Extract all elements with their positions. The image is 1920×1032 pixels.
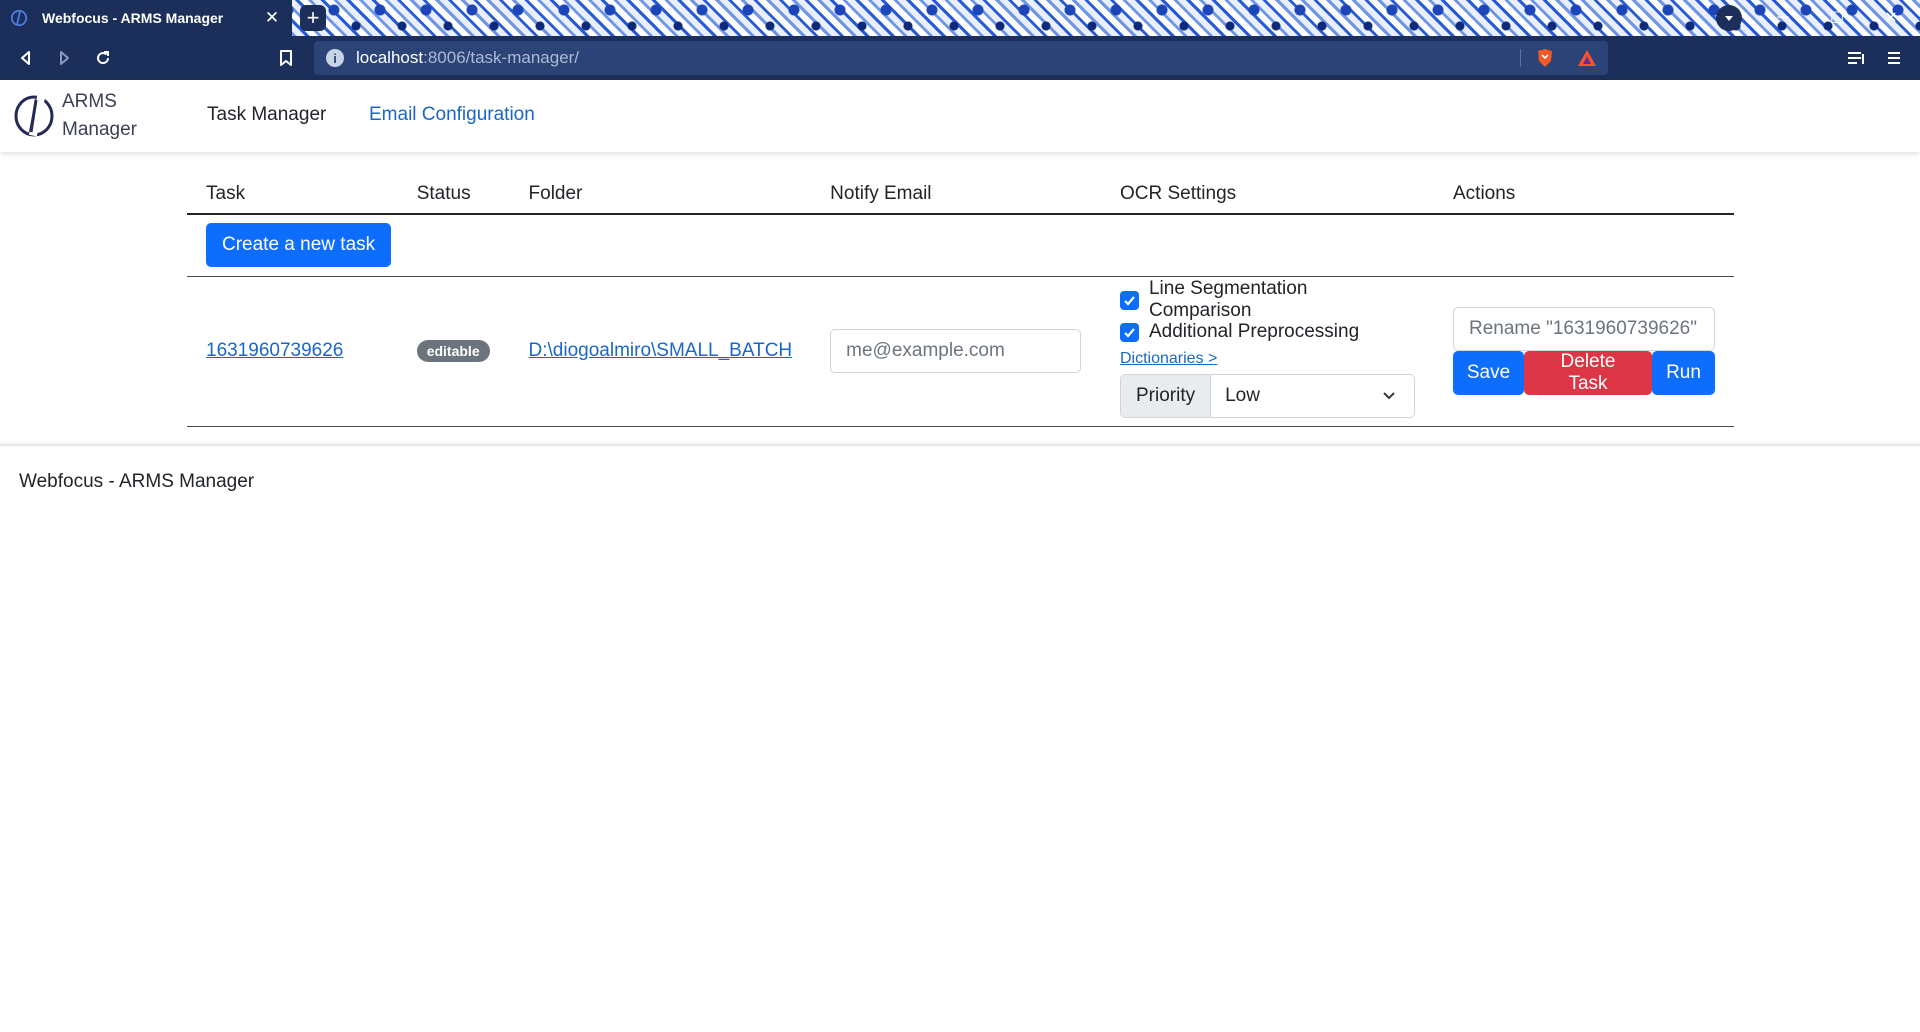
brand-line-1: ARMS: [62, 91, 117, 112]
dictionaries-link[interactable]: Dictionaries >: [1120, 350, 1415, 368]
chevron-down-icon: [1383, 392, 1395, 400]
maximize-icon[interactable]: ☐: [1814, 0, 1860, 36]
delete-task-button[interactable]: Delete Task: [1524, 351, 1652, 395]
task-id-link[interactable]: 1631960739626: [206, 340, 343, 361]
arms-favicon-icon: [10, 9, 28, 27]
brand[interactable]: ARMS Manager: [12, 88, 152, 144]
rename-input[interactable]: [1453, 307, 1715, 351]
priority-label: Priority: [1120, 375, 1212, 417]
media-playlist-icon[interactable]: [1843, 44, 1871, 72]
task-actions: Save Delete Task Run: [1453, 307, 1715, 395]
table-row: 1631960739626 editable D:\diogoalmiro\SM…: [187, 276, 1734, 427]
brave-shields-icon[interactable]: [1534, 47, 1556, 69]
minimize-icon[interactable]: ─: [1760, 0, 1806, 36]
browser-toolbar: i localhost:8006/task-manager/: [0, 36, 1920, 80]
new-tab-button[interactable]: +: [300, 5, 326, 31]
close-window-icon[interactable]: ✕: [1868, 0, 1914, 36]
checkmark-icon: [1124, 295, 1135, 306]
nav-email-configuration[interactable]: Email Configuration: [369, 104, 535, 126]
create-task-row: Create a new task: [187, 214, 1734, 277]
folder-cell: D:\diogoalmiro\SMALL_BATCH: [509, 276, 812, 427]
site-info-icon[interactable]: i: [326, 49, 344, 67]
notify-email-input[interactable]: [830, 329, 1082, 373]
create-task-cell: Create a new task: [187, 214, 1734, 277]
nav-task-manager[interactable]: Task Manager: [207, 104, 326, 126]
address-bar[interactable]: i localhost:8006/task-manager/: [314, 41, 1608, 75]
email-cell: [811, 276, 1101, 427]
priority-select[interactable]: Low: [1211, 375, 1414, 417]
brand-line-2: Manager: [62, 119, 137, 140]
save-button[interactable]: Save: [1453, 351, 1524, 395]
profile-dropdown-icon[interactable]: [1716, 5, 1742, 31]
create-task-button[interactable]: Create a new task: [206, 223, 392, 268]
reload-icon[interactable]: [89, 44, 117, 72]
header-task: Task: [187, 170, 398, 215]
folder-link[interactable]: D:\diogoalmiro\SMALL_BATCH: [529, 340, 793, 361]
browser-tab-strip: Webfocus - ARMS Manager ✕ + ─ ☐ ✕: [0, 0, 1920, 36]
url-text: localhost:8006/task-manager/: [356, 48, 580, 67]
preprocessing-checkbox[interactable]: [1119, 322, 1139, 342]
table-header-row: Task Status Folder Notify Email OCR Sett…: [187, 170, 1734, 215]
actions-cell: Save Delete Task Run: [1434, 276, 1734, 427]
priority-value: Low: [1225, 385, 1260, 406]
arms-logo-icon: [14, 95, 54, 137]
footer-text: Webfocus - ARMS Manager: [19, 471, 255, 492]
line-segmentation-option[interactable]: Line Segmentation Comparison: [1119, 278, 1415, 321]
footer-divider: [0, 444, 1920, 446]
back-icon[interactable]: [12, 44, 40, 72]
bookmark-icon[interactable]: [272, 44, 300, 72]
brand-name: ARMS Manager: [62, 88, 152, 144]
checkmark-icon: [1124, 327, 1135, 338]
action-buttons: Save Delete Task Run: [1453, 351, 1715, 395]
preprocessing-option[interactable]: Additional Preprocessing: [1119, 316, 1415, 348]
header-ocr-settings: OCR Settings: [1100, 170, 1434, 215]
tab-title: Webfocus - ARMS Manager: [42, 10, 224, 26]
header-notify-email: Notify Email: [811, 170, 1101, 215]
app-navbar: ARMS Manager Task Manager Email Configur…: [0, 80, 1920, 152]
task-cell: 1631960739626: [187, 276, 398, 427]
ocr-settings: Line Segmentation Comparison Additional …: [1119, 278, 1415, 418]
header-folder: Folder: [509, 170, 812, 215]
address-bar-divider: [1520, 49, 1521, 67]
header-status: Status: [397, 170, 510, 215]
menu-icon[interactable]: [1880, 44, 1908, 72]
header-actions: Actions: [1434, 170, 1734, 215]
browser-tab[interactable]: Webfocus - ARMS Manager ✕: [0, 0, 292, 36]
line-segmentation-checkbox[interactable]: [1119, 290, 1139, 310]
brave-rewards-icon[interactable]: [1576, 47, 1598, 69]
ocr-cell: Line Segmentation Comparison Additional …: [1100, 276, 1434, 427]
status-badge: editable: [416, 340, 490, 362]
forward-icon[interactable]: [50, 44, 78, 72]
status-cell: editable: [397, 276, 510, 427]
run-button[interactable]: Run: [1652, 351, 1715, 395]
task-table: Task Status Folder Notify Email OCR Sett…: [187, 170, 1734, 427]
priority-group: Priority Low: [1119, 374, 1415, 418]
preprocessing-label: Additional Preprocessing: [1148, 321, 1360, 342]
close-tab-icon[interactable]: ✕: [258, 8, 286, 28]
